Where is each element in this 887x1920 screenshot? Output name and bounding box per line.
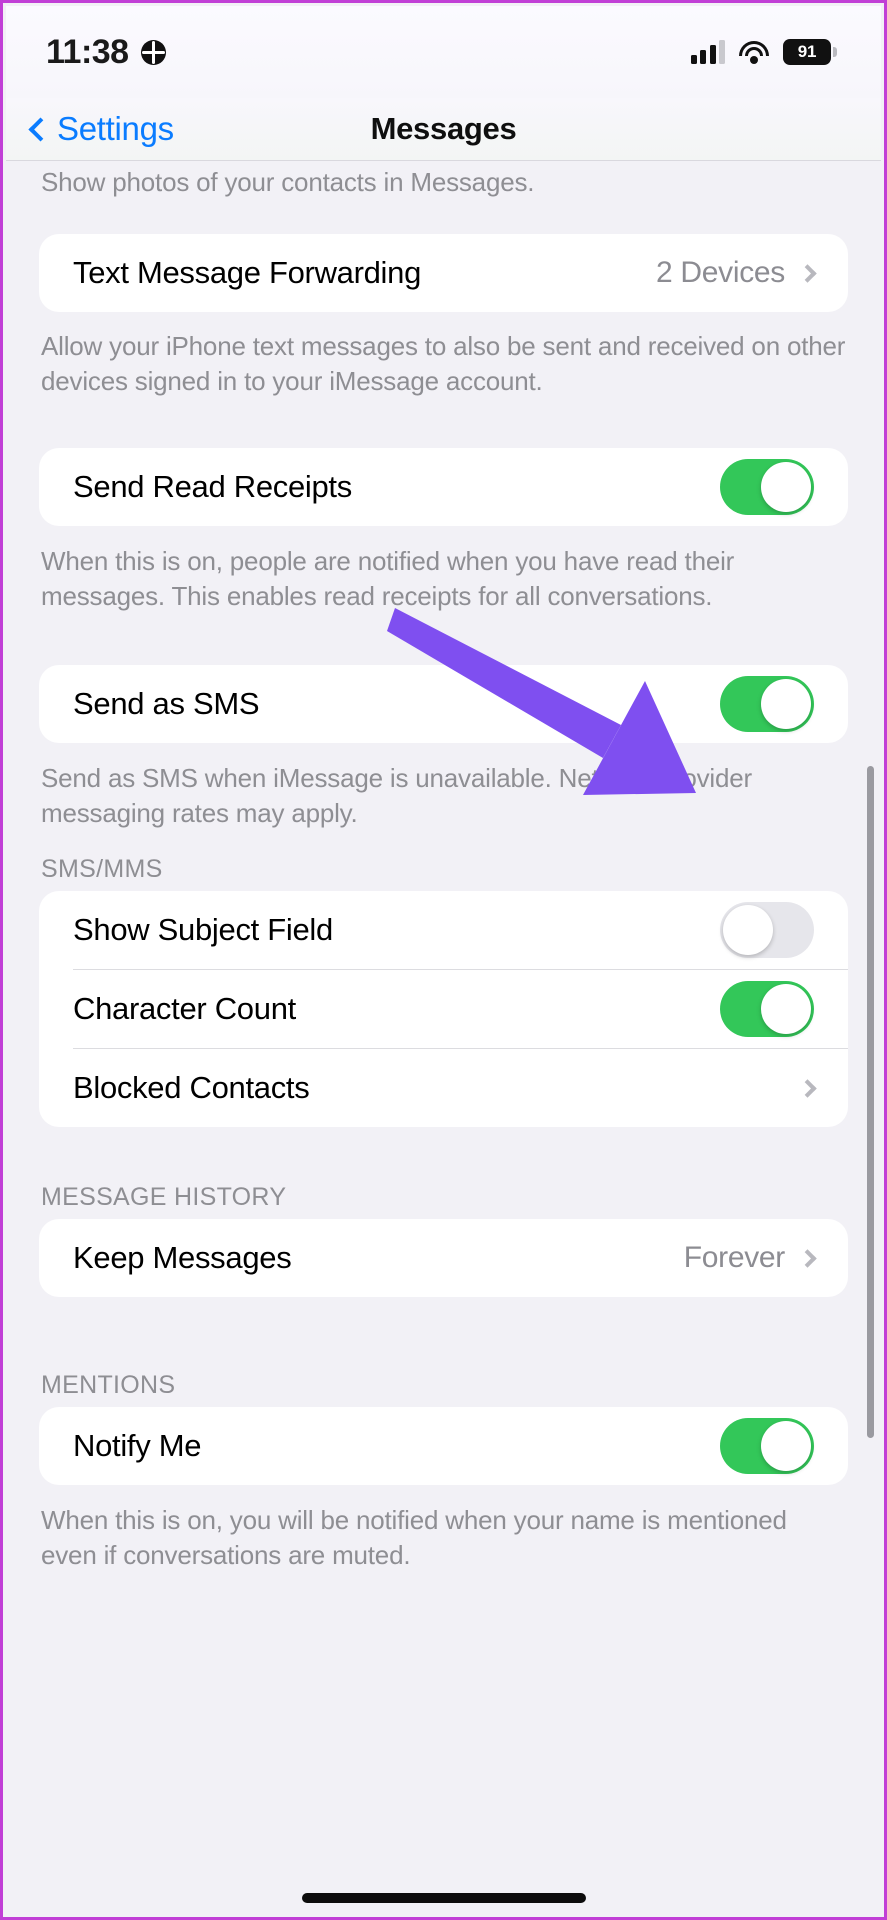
text-message-forwarding-card: Text Message Forwarding 2 Devices <box>39 234 848 312</box>
contact-photos-footnote: Show photos of your contacts in Messages… <box>41 167 535 197</box>
screenshot-frame: 11:38 91 Messages Settings Show photos o… <box>0 0 887 1920</box>
toggle-knob <box>723 905 773 955</box>
status-time: 11:38 <box>46 32 129 71</box>
keep-messages-value: Forever <box>683 1241 786 1274</box>
show-subject-field-label: Show Subject Field <box>73 912 333 947</box>
send-read-receipts-card: Send Read Receipts <box>39 448 848 526</box>
row-show-subject-field[interactable]: Show Subject Field <box>39 891 848 969</box>
back-button-label: Settings <box>57 110 174 147</box>
sms-mms-card: Show Subject Field Character Count Block… <box>39 891 848 1127</box>
settings-scroll-view[interactable]: Show photos of your contacts in Messages… <box>6 161 881 1914</box>
mentions-card: Notify Me <box>39 1407 848 1485</box>
message-history-section-header: MESSAGE HISTORY <box>41 1183 287 1211</box>
show-subject-field-toggle[interactable] <box>720 902 814 958</box>
row-send-read-receipts[interactable]: Send Read Receipts <box>39 448 848 526</box>
chevron-right-icon <box>798 263 817 283</box>
send-as-sms-card: Send as SMS <box>39 665 848 743</box>
chevron-left-icon <box>28 116 53 142</box>
row-text-message-forwarding[interactable]: Text Message Forwarding 2 Devices <box>39 234 848 312</box>
status-bar-left: 11:38 <box>46 33 166 72</box>
row-character-count[interactable]: Character Count <box>39 970 848 1048</box>
battery-icon: 91 <box>783 39 837 65</box>
status-bar-right: 91 <box>690 39 837 65</box>
row-keep-messages[interactable]: Keep Messages Forever <box>39 1219 848 1297</box>
home-indicator <box>301 1893 586 1903</box>
keep-messages-label: Keep Messages <box>73 1240 292 1275</box>
notify-me-label: Notify Me <box>73 1428 202 1463</box>
text-message-forwarding-value-group: 2 Devices <box>655 256 817 290</box>
sms-mms-section-header: SMS/MMS <box>41 855 163 883</box>
mentions-section-header: MENTIONS <box>41 1371 176 1399</box>
send-as-sms-toggle[interactable] <box>720 676 814 732</box>
send-read-receipts-toggle[interactable] <box>720 459 814 515</box>
battery-percent-label: 91 <box>797 42 817 61</box>
row-notify-me[interactable]: Notify Me <box>39 1407 848 1485</box>
status-bar: 11:38 91 <box>6 6 881 98</box>
toggle-knob <box>761 462 811 512</box>
notify-me-toggle[interactable] <box>720 1418 814 1474</box>
character-count-label: Character Count <box>73 991 296 1026</box>
toggle-knob <box>761 679 811 729</box>
vertical-scrollbar[interactable] <box>867 766 874 1438</box>
send-as-sms-footnote: Send as SMS when iMessage is unavailable… <box>41 763 752 828</box>
send-read-receipts-label: Send Read Receipts <box>73 469 352 504</box>
send-read-receipts-footnote: When this is on, people are notified whe… <box>41 546 735 611</box>
text-message-forwarding-label: Text Message Forwarding <box>73 255 422 290</box>
row-blocked-contacts[interactable]: Blocked Contacts <box>39 1049 848 1127</box>
send-as-sms-label: Send as SMS <box>73 686 260 721</box>
character-count-toggle[interactable] <box>720 981 814 1037</box>
message-history-card: Keep Messages Forever <box>39 1219 848 1297</box>
cellular-signal-icon <box>690 40 725 64</box>
wifi-icon <box>739 40 769 64</box>
chevron-right-icon <box>798 1078 817 1098</box>
back-button[interactable]: Settings <box>28 110 174 148</box>
toggle-knob <box>761 984 811 1034</box>
text-message-forwarding-value: 2 Devices <box>655 256 785 289</box>
keep-messages-value-group: Forever <box>683 1241 817 1275</box>
text-message-forwarding-footnote: Allow your iPhone text messages to also … <box>41 331 846 396</box>
toggle-knob <box>761 1421 811 1471</box>
chevron-right-icon <box>798 1248 817 1268</box>
row-send-as-sms[interactable]: Send as SMS <box>39 665 848 743</box>
globe-icon <box>140 39 166 65</box>
blocked-contacts-label: Blocked Contacts <box>73 1070 310 1105</box>
navigation-bar: Messages Settings <box>6 98 881 161</box>
mentions-footnote: When this is on, you will be notified wh… <box>41 1505 787 1570</box>
